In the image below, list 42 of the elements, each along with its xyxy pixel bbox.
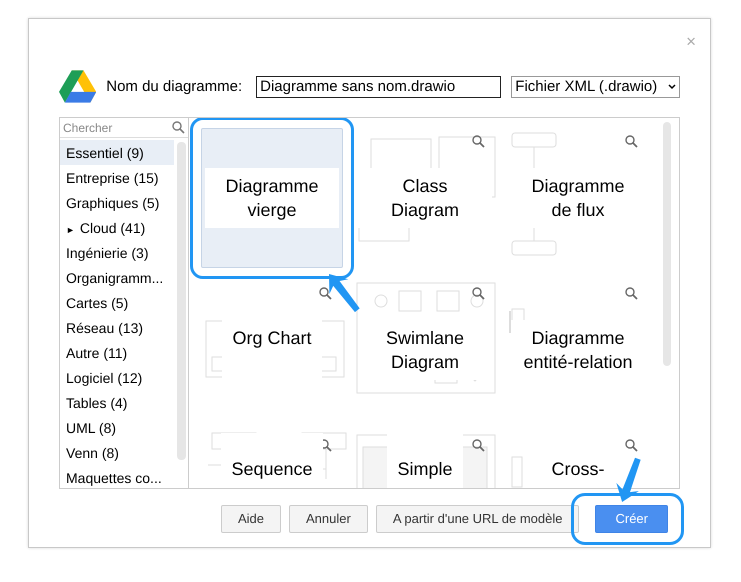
template-label: Diagramme vierge <box>205 168 339 228</box>
category-item[interactable]: Autre (11) <box>60 340 174 365</box>
name-label: Nom du diagramme: <box>106 76 242 97</box>
zoom-icon[interactable] <box>472 135 485 148</box>
pointer-arrow <box>329 274 360 312</box>
zoom-icon[interactable] <box>472 439 485 452</box>
category-item[interactable]: Venn (8) <box>60 440 174 465</box>
category-item[interactable]: ► Cloud (41) <box>60 215 174 240</box>
zoom-icon[interactable] <box>319 287 332 300</box>
search-icon <box>172 121 185 134</box>
chevron-icon <box>668 84 676 90</box>
zoom-icon[interactable] <box>625 135 638 148</box>
scrollbar[interactable] <box>663 122 671 366</box>
category-item[interactable]: Entreprise (15) <box>60 165 174 190</box>
dialog-button[interactable]: A partir d'une URL de modèle <box>376 505 580 533</box>
category-item[interactable]: Logiciel (12) <box>60 365 174 390</box>
template-tile[interactable]: Diagramme vierge <box>201 128 343 268</box>
template-tile[interactable]: Simple <box>354 432 496 488</box>
category-item[interactable]: UML (8) <box>60 415 174 440</box>
template-tile[interactable]: Class Diagram <box>354 128 496 268</box>
name-field[interactable]: Diagramme sans nom.drawio <box>256 76 502 98</box>
zoom-icon[interactable] <box>625 439 638 452</box>
category-item[interactable]: Ingénierie (3) <box>60 240 174 265</box>
category-item[interactable]: Tables (4) <box>60 390 174 415</box>
scrollbar[interactable] <box>177 142 186 460</box>
format-dropdown[interactable]: Fichier XML (.drawio) <box>511 76 680 98</box>
category-item[interactable]: Cartes (5) <box>60 290 174 315</box>
template-preview-drawing <box>511 456 523 488</box>
drive-logo-icon <box>59 70 96 104</box>
expand-arrow-icon: ► <box>66 225 75 235</box>
dialog-button[interactable]: Aide <box>220 505 282 533</box>
category-item[interactable]: Graphiques (5) <box>60 190 174 215</box>
template-label: Simple <box>387 433 463 488</box>
zoom-icon[interactable] <box>472 287 485 300</box>
template-label: Class Diagram <box>358 168 492 228</box>
category-item[interactable]: Organigramm... <box>60 265 174 290</box>
category-item[interactable]: Maquettes co... <box>60 465 174 488</box>
category-item[interactable]: Réseau (13) <box>60 315 174 340</box>
dialog-button[interactable]: Annuler <box>289 505 368 533</box>
category-item[interactable]: Essentiel (9) <box>60 140 174 165</box>
zoom-icon[interactable] <box>625 287 638 300</box>
template-label: Org Chart <box>222 320 322 380</box>
